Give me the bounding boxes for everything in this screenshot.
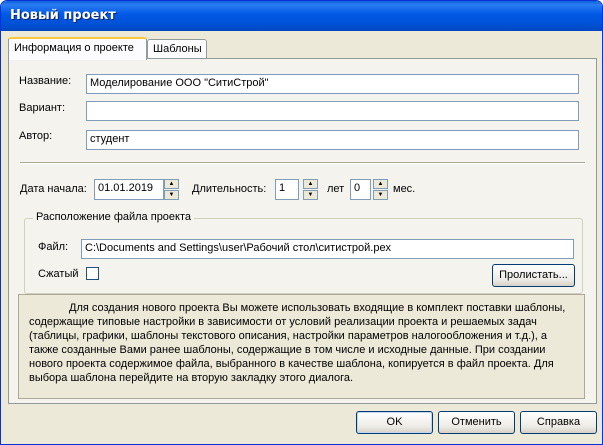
spinner-down-icon[interactable]: ▼ [303,190,318,200]
browse-button[interactable]: Пролистать... [492,264,575,287]
compressed-checkbox[interactable] [86,267,99,280]
ok-button[interactable]: OK [356,411,433,434]
start-date-label: Дата начала: [20,183,87,195]
months-spinner[interactable]: ▲ ▼ [373,179,388,200]
months-label: мес. [393,183,416,195]
start-date-spinner[interactable]: ▲ ▼ [164,179,179,200]
spinner-down-icon[interactable]: ▼ [373,190,388,200]
duration-label: Длительность: [192,183,267,195]
tab-templates[interactable]: Шаблоны [147,39,207,59]
start-date-field[interactable]: 01.01.2019 [94,179,164,200]
spinner-up-icon[interactable]: ▲ [303,179,318,189]
author-field[interactable]: студент [86,130,579,150]
spinner-up-icon[interactable]: ▲ [164,179,179,189]
months-field[interactable]: 0 [350,179,371,200]
tab-templates-label: Шаблоны [153,43,202,55]
file-path-field[interactable]: C:\Documents and Settings\user\Рабочий с… [81,239,574,259]
years-field[interactable]: 1 [275,179,299,200]
name-label: Название: [19,75,72,87]
variant-field[interactable] [86,101,579,121]
file-location-group: Расположение файла проекта Файл: C:\Docu… [24,211,583,294]
title-bar[interactable]: Новый проект [1,1,602,31]
description-text: Для создания нового проекта Вы можете ис… [29,302,566,384]
help-button[interactable]: Справка [520,411,597,434]
tab-panel-project-info: Название: Моделирование ООО "СитиСтрой" … [8,58,597,404]
window-title: Новый проект [10,8,116,23]
cancel-button[interactable]: Отменить [438,411,515,434]
author-label: Автор: [19,130,53,142]
years-label: лет [327,183,345,195]
new-project-dialog: Новый проект Информация о проекте Шаблон… [0,0,603,445]
description-box: Для создания нового проекта Вы можете ис… [18,294,585,399]
variant-label: Вариант: [19,102,66,114]
tab-project-info-label: Информация о проекте [14,42,134,54]
years-spinner[interactable]: ▲ ▼ [303,179,318,200]
spinner-down-icon[interactable]: ▼ [164,190,179,200]
tab-project-info[interactable]: Информация о проекте [8,37,147,60]
spinner-up-icon[interactable]: ▲ [373,179,388,189]
file-label: Файл: [38,241,69,253]
separator [20,162,585,164]
compressed-label: Сжатый [38,268,79,280]
name-field[interactable]: Моделирование ООО "СитиСтрой" [86,74,579,94]
file-location-title: Расположение файла проекта [33,211,195,223]
